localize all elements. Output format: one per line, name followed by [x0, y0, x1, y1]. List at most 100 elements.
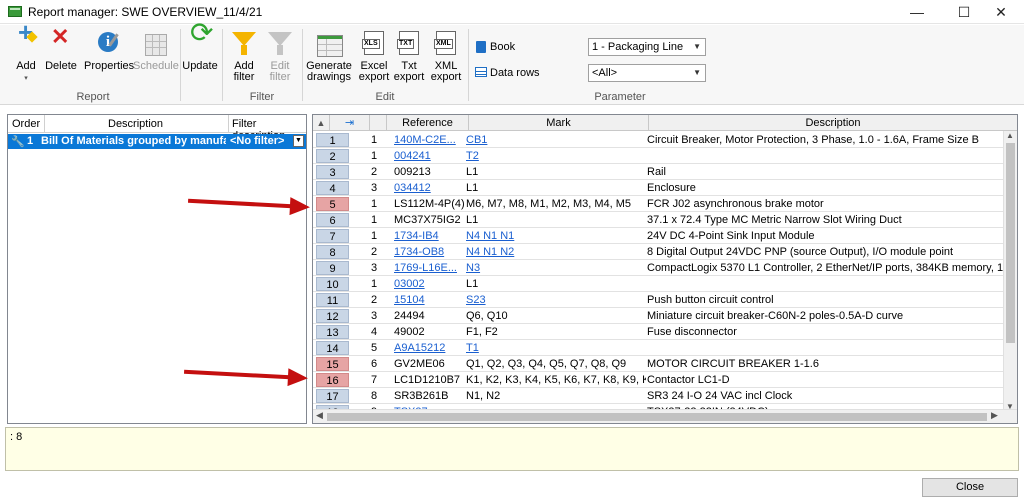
reference-cell[interactable]: 1734-OB8 — [394, 245, 468, 259]
row-number[interactable]: 11 — [316, 293, 349, 307]
table-row[interactable]: 15 6 GV2ME06 Q1, Q2, Q3, Q4, Q5, Q7, Q8, Q9… — [313, 356, 1003, 372]
row-number[interactable]: 12 — [316, 309, 349, 323]
vertical-scrollbar[interactable]: ▲ ▼ — [1003, 131, 1017, 411]
table-row[interactable]: 8 2 1734-OB8 N4 N1 N2 8 Digital Output 24VDC… — [313, 244, 1003, 260]
table-row[interactable]: 2 1 004241 T2 — [313, 148, 1003, 164]
description-column-header[interactable]: Description — [649, 115, 1017, 131]
reference-cell[interactable]: 03002 — [394, 277, 468, 291]
chevron-down-icon: ▼ — [693, 68, 701, 77]
table-row[interactable]: 9 3 1769-L16E... N3 CompactLogix 5370 L1 Con… — [313, 260, 1003, 276]
line-select[interactable]: 1 - Packaging Line ▼ — [588, 38, 706, 56]
description-cell: SR3 24 I-O 24 VAC incl Clock — [647, 390, 793, 402]
chevron-down-icon: ▼ — [693, 42, 701, 51]
reference-cell: 009213 — [394, 166, 431, 178]
table-row[interactable]: 16 7 LC1D1210B7 K1, K2, K3, K4, K5, K6, K7,… — [313, 372, 1003, 388]
sort-up-icon[interactable]: ▲ — [313, 115, 330, 131]
row-number[interactable]: 10 — [316, 277, 349, 291]
add-report-button[interactable]: Add ▾ — [8, 27, 44, 93]
description-cell: MOTOR CIRCUIT BREAKER 1-1.6 — [647, 358, 819, 370]
pin-column-icon[interactable]: ⇥ — [330, 115, 370, 131]
close-button[interactable]: Close — [922, 478, 1018, 497]
data-rows-link[interactable]: Data rows — [490, 67, 540, 79]
reference-cell[interactable]: 140M-C2E... — [394, 133, 468, 147]
note-panel: : 8 — [5, 427, 1019, 471]
table-row[interactable]: 13 4 49002 F1, F2 Fuse disconnector — [313, 324, 1003, 340]
table-row[interactable]: 3 2 009213 L1 Rail — [313, 164, 1003, 180]
add-filter-button[interactable]: Add filter — [226, 31, 262, 93]
minimize-button[interactable]: — — [894, 0, 940, 24]
update-button[interactable]: Update — [182, 27, 218, 93]
bom-grid: ▲ ⇥ Reference Mark Description 1 1 140M-C2… — [312, 114, 1018, 424]
reference-cell[interactable]: 15104 — [394, 293, 468, 307]
scroll-thumb[interactable] — [1006, 143, 1015, 343]
row-number[interactable]: 14 — [316, 341, 349, 355]
reference-column-header[interactable]: Reference — [387, 115, 469, 131]
mark-cell: L1 — [466, 278, 479, 290]
wrench-icon: 🔧 — [11, 136, 25, 148]
delete-report-button[interactable]: Delete — [44, 31, 78, 93]
table-row[interactable]: 7 1 1734-IB4 N4 N1 N1 24V DC 4-Point Sink In… — [313, 228, 1003, 244]
txt-export-button[interactable]: TXT Txt export — [392, 31, 426, 93]
horizontal-scrollbar[interactable]: ◀ ▶ — [313, 409, 1017, 423]
description-cell: Push button circuit control — [647, 294, 774, 306]
mark-cell[interactable]: N3 — [466, 261, 646, 275]
xml-export-button[interactable]: XML XML export — [428, 31, 464, 93]
row-number[interactable]: 5 — [316, 197, 349, 211]
description-column-header[interactable]: Description — [108, 118, 163, 130]
row-number[interactable]: 6 — [316, 213, 349, 227]
row-number[interactable]: 7 — [316, 229, 349, 243]
reference-cell[interactable]: 1734-IB4 — [394, 229, 468, 243]
qty-cell: 8 — [371, 390, 378, 402]
filter-dropdown-button[interactable]: ▼ — [293, 135, 304, 147]
table-row[interactable]: 17 8 SR3B261B N1, N2 SR3 24 I-O 24 VAC incl … — [313, 388, 1003, 404]
reference-cell[interactable]: 004241 — [394, 149, 468, 163]
row-number[interactable]: 15 — [316, 357, 349, 371]
row-number[interactable]: 2 — [316, 149, 349, 163]
table-row[interactable]: 6 1 MC37X75IG2 L1 37.1 x 72.4 Type MC Metric… — [313, 212, 1003, 228]
generate-drawings-button[interactable]: Generate drawings — [306, 31, 352, 93]
row-number[interactable]: 17 — [316, 389, 349, 403]
row-number[interactable]: 16 — [316, 373, 349, 387]
scroll-thumb[interactable] — [327, 413, 987, 421]
mark-column-header[interactable]: Mark — [469, 115, 649, 131]
schedule-button[interactable]: Schedule — [133, 31, 179, 93]
row-number[interactable]: 9 — [316, 261, 349, 275]
mark-cell[interactable]: N4 N1 N1 — [466, 229, 646, 243]
mark-cell: L1 — [466, 166, 479, 178]
reference-cell[interactable]: A9A15212 — [394, 341, 468, 355]
close-window-button[interactable]: ✕ — [978, 0, 1024, 24]
scroll-left-icon[interactable]: ◀ — [316, 410, 323, 421]
row-number[interactable]: 8 — [316, 245, 349, 259]
all-select[interactable]: <All> ▼ — [588, 64, 706, 82]
mark-cell[interactable]: S23 — [466, 293, 646, 307]
edit-filter-button[interactable]: Edit filter — [262, 31, 298, 93]
row-number[interactable]: 3 — [316, 165, 349, 179]
table-row[interactable]: 10 1 03002 L1 — [313, 276, 1003, 292]
reference-cell[interactable]: 1769-L16E... — [394, 261, 468, 275]
report-list-header: Order Description Filter description — [8, 115, 306, 142]
qty-cell: 1 — [371, 198, 378, 210]
table-row[interactable]: 4 3 034412 L1 Enclosure — [313, 180, 1003, 196]
table-row[interactable]: 1 1 140M-C2E... CB1 Circuit Breaker, Motor P… — [313, 132, 1003, 148]
mark-cell[interactable]: T2 — [466, 149, 646, 163]
mark-cell[interactable]: CB1 — [466, 133, 646, 147]
qty-cell: 2 — [371, 166, 378, 178]
scroll-right-icon[interactable]: ▶ — [991, 410, 998, 421]
order-column-header[interactable]: Order — [12, 118, 40, 130]
row-number[interactable]: 13 — [316, 325, 349, 339]
row-number[interactable]: 1 — [316, 133, 349, 147]
table-row[interactable]: 11 2 15104 S23 Push button circuit control — [313, 292, 1003, 308]
qty-cell: 3 — [371, 182, 378, 194]
mark-cell[interactable]: N4 N1 N2 — [466, 245, 646, 259]
table-row[interactable]: 5 1 LS112M-4P(4) M6, M7, M8, M1, M2, M3, M4… — [313, 196, 1003, 212]
book-link[interactable]: Book — [490, 41, 515, 53]
table-row[interactable]: 14 5 A9A15212 T1 — [313, 340, 1003, 356]
report-row[interactable]: 🔧 1 Bill Of Materials grouped by manufac… — [8, 134, 306, 149]
properties-button[interactable]: Properties — [84, 31, 134, 93]
scroll-up-icon[interactable]: ▲ — [1006, 131, 1014, 140]
table-row[interactable]: 12 3 24494 Q6, Q10 Miniature circuit breaker… — [313, 308, 1003, 324]
reference-cell[interactable]: 034412 — [394, 181, 468, 195]
excel-export-button[interactable]: XLS Excel export — [356, 31, 392, 93]
row-number[interactable]: 4 — [316, 181, 349, 195]
mark-cell[interactable]: T1 — [466, 341, 646, 355]
